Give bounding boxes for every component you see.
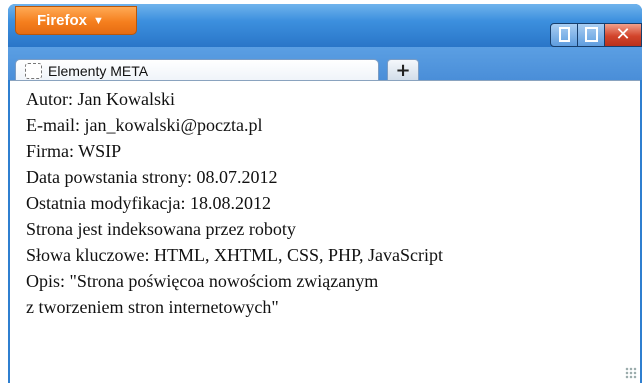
email-line: E-mail: jan_kowalski@poczta.pl (26, 115, 263, 135)
close-icon: ✕ (615, 24, 631, 45)
robots-line: Strona jest indeksowana przez roboty (26, 219, 296, 239)
title-bar: Firefox ▼ ✕ (8, 4, 642, 47)
maximize-icon (585, 27, 598, 42)
creation-date-line: Data powstania strony: 08.07.2012 (26, 167, 278, 187)
tab-title: Elementy META (48, 63, 149, 79)
minimize-button[interactable] (550, 23, 578, 47)
chevron-down-icon: ▼ (93, 15, 104, 27)
close-button[interactable]: ✕ (604, 23, 642, 47)
new-tab-button[interactable]: + (387, 59, 419, 82)
tab-elementy-meta[interactable]: Elementy META (15, 59, 379, 82)
description-line-continued: z tworzeniem stron internetowych" (26, 297, 279, 317)
meta-info-text: Autor: Jan Kowalski E-mail: jan_kowalski… (26, 86, 443, 320)
modification-date-line: Ostatnia modyfikacja: 18.08.2012 (26, 193, 271, 213)
firefox-menu-button[interactable]: Firefox ▼ (15, 6, 137, 35)
maximize-button[interactable] (577, 23, 605, 47)
page-content: Autor: Jan Kowalski E-mail: jan_kowalski… (10, 80, 640, 383)
company-line: Firma: WSIP (26, 141, 122, 161)
keywords-line: Słowa kluczowe: HTML, XHTML, CSS, PHP, J… (26, 245, 443, 265)
resize-grip-icon[interactable] (625, 367, 637, 379)
blank-page-icon (25, 63, 42, 79)
firefox-menu-label: Firefox (37, 12, 88, 29)
description-line: Opis: "Strona poświęcoa nowościom związa… (26, 271, 379, 291)
browser-window: Firefox ▼ ✕ Elementy META + Autor: Jan Ko… (8, 4, 642, 383)
minimize-icon (559, 27, 570, 42)
author-line: Autor: Jan Kowalski (26, 89, 175, 109)
tab-strip: Elementy META + (8, 47, 642, 82)
